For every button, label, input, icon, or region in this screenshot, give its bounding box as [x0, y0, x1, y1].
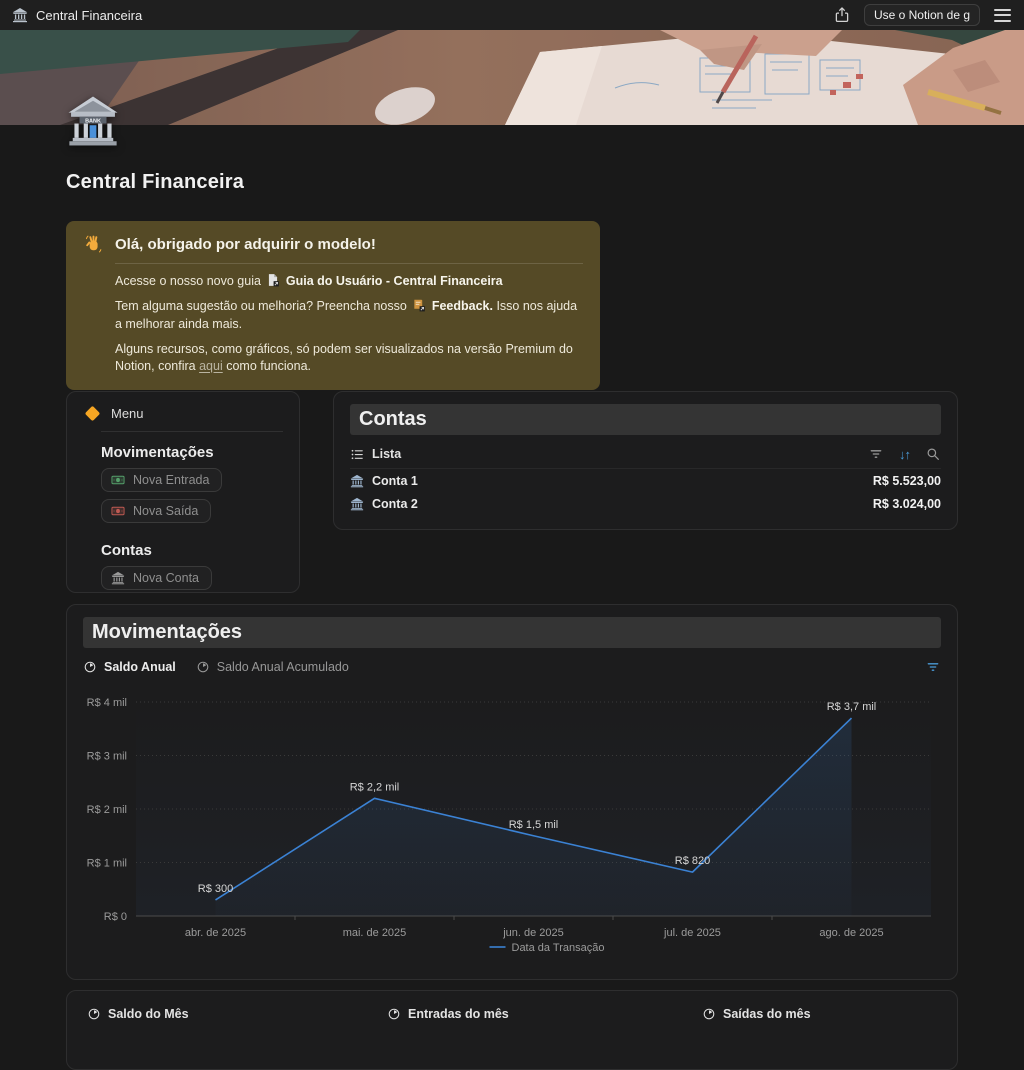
nova-conta-button[interactable]: Nova Conta: [101, 566, 212, 590]
conta-row-2[interactable]: Conta 2 R$ 3.024,00: [350, 492, 941, 515]
movimentacoes-card: Movimentações Saldo Anual Saldo Anual Ac…: [66, 604, 958, 980]
top-bar: Central Financeira Use o Notion de g: [0, 0, 1024, 30]
svg-text:R$ 2 mil: R$ 2 mil: [87, 804, 127, 816]
banknote-red-icon: [111, 504, 125, 518]
page-title: Central Financeira: [66, 171, 244, 194]
svg-text:R$ 300: R$ 300: [198, 883, 233, 895]
tab-saidas-do-mes[interactable]: Saídas do mês: [702, 1007, 811, 1021]
svg-text:R$ 0: R$ 0: [104, 911, 127, 923]
svg-text:BANK: BANK: [85, 118, 101, 124]
contas-view-tabs: Lista ↓↑: [350, 440, 941, 469]
callout-line-guide: Acesse o nosso novo guia Guia do Usuário…: [115, 273, 583, 290]
saldo-anual-chart-svg: R$ 4 mil R$ 3 mil R$ 2 mil R$ 1 mil R$ 0 abr.…: [83, 688, 941, 960]
clock-icon: [83, 660, 97, 674]
tab-saldo-anual[interactable]: Saldo Anual: [83, 660, 176, 674]
feedback-link[interactable]: Feedback.: [432, 299, 493, 313]
feedback-link-icon: [412, 298, 426, 312]
svg-text:jun. de 2025: jun. de 2025: [502, 927, 564, 939]
conta-row-1[interactable]: Conta 1 R$ 5.523,00: [350, 469, 941, 492]
nova-saida-button[interactable]: Nova Saída: [101, 499, 211, 523]
clock-icon: [196, 660, 210, 674]
chart-tabs: Saldo Anual Saldo Anual Acumulado: [83, 654, 941, 680]
guide-link[interactable]: Guia do Usuário - Central Financeira: [286, 274, 503, 288]
menu-section-contas: Contas: [101, 542, 283, 559]
contas-title: Contas: [350, 404, 941, 435]
bullet-list-icon: [350, 447, 365, 462]
nova-entrada-button[interactable]: Nova Entrada: [101, 468, 222, 492]
clock-icon: [702, 1007, 716, 1021]
menu-card: Menu Movimentações Nova Entrada Nova Saí…: [66, 391, 300, 593]
callout-title: Olá, obrigado por adquirir o modelo!: [115, 236, 376, 253]
aqui-link[interactable]: aqui: [199, 359, 223, 373]
bank-icon: [350, 497, 364, 511]
menu-icon[interactable]: [993, 6, 1012, 25]
topbar-title: Central Financeira: [36, 8, 142, 23]
tab-lista[interactable]: Lista: [350, 447, 401, 462]
tab-saldo-anual-acumulado[interactable]: Saldo Anual Acumulado: [196, 660, 349, 674]
svg-text:R$ 1,5 mil: R$ 1,5 mil: [509, 819, 559, 831]
doc-link-icon: [266, 273, 280, 287]
banknote-green-icon: [111, 473, 125, 487]
svg-text:R$ 3 mil: R$ 3 mil: [87, 751, 127, 763]
divider: [101, 431, 283, 432]
svg-text:R$ 820: R$ 820: [675, 855, 710, 867]
filter-icon-blue[interactable]: [925, 659, 941, 675]
cover-image: [0, 30, 1024, 125]
wave-icon: [83, 234, 103, 254]
welcome-callout: Olá, obrigado por adquirir o modelo! Ace…: [66, 221, 600, 390]
tab-saldo-do-mes[interactable]: Saldo do Mês: [87, 1007, 189, 1021]
callout-line-feedback: Tem alguma sugestão ou melhoria? Preench…: [115, 298, 583, 333]
clock-icon: [87, 1007, 101, 1021]
menu-label: Menu: [111, 406, 144, 421]
share-icon[interactable]: [833, 6, 851, 24]
tab-entradas-do-mes[interactable]: Entradas do mês: [387, 1007, 509, 1021]
svg-text:R$ 2,2 mil: R$ 2,2 mil: [350, 781, 400, 793]
svg-text:jul. de 2025: jul. de 2025: [663, 927, 721, 939]
filter-icon[interactable]: [868, 446, 884, 462]
callout-line-premium: Alguns recursos, como gráficos, só podem…: [115, 341, 583, 376]
svg-text:Data da Transação: Data da Transação: [512, 942, 605, 954]
clock-icon: [387, 1007, 401, 1021]
bank-icon: [111, 571, 125, 585]
conta-name: Conta 1: [372, 474, 418, 488]
bank-icon: [350, 474, 364, 488]
monthly-charts-card: Saldo do Mês Entradas do mês Saídas do m…: [66, 990, 958, 1070]
page-icon-bank[interactable]: BANK: [66, 94, 120, 148]
diamond-icon: [85, 406, 101, 422]
menu-toggle[interactable]: Menu: [85, 406, 283, 421]
conta-value: R$ 3.024,00: [873, 497, 941, 511]
use-notion-button[interactable]: Use o Notion de g: [864, 4, 980, 26]
svg-text:ago. de 2025: ago. de 2025: [819, 927, 883, 939]
conta-name: Conta 2: [372, 497, 418, 511]
svg-text:R$ 1 mil: R$ 1 mil: [87, 858, 127, 870]
breadcrumb[interactable]: Central Financeira: [12, 7, 142, 23]
bank-icon: [12, 7, 28, 23]
svg-text:R$ 4 mil: R$ 4 mil: [87, 697, 127, 709]
menu-section-movimentacoes: Movimentações: [101, 444, 283, 461]
svg-text:mai. de 2025: mai. de 2025: [343, 927, 407, 939]
conta-value: R$ 5.523,00: [873, 474, 941, 488]
svg-text:R$ 3,7 mil: R$ 3,7 mil: [827, 701, 877, 713]
search-icon[interactable]: [925, 446, 941, 462]
svg-text:abr. de 2025: abr. de 2025: [185, 927, 246, 939]
sort-icon[interactable]: ↓↑: [899, 447, 910, 462]
contas-card: Contas Lista ↓↑ Conta 1 R$ 5.523,00 Cont…: [333, 391, 958, 530]
saldo-anual-chart: R$ 4 mil R$ 3 mil R$ 2 mil R$ 1 mil R$ 0 abr.…: [83, 688, 941, 960]
movimentacoes-title: Movimentações: [83, 617, 941, 648]
divider: [115, 263, 583, 264]
